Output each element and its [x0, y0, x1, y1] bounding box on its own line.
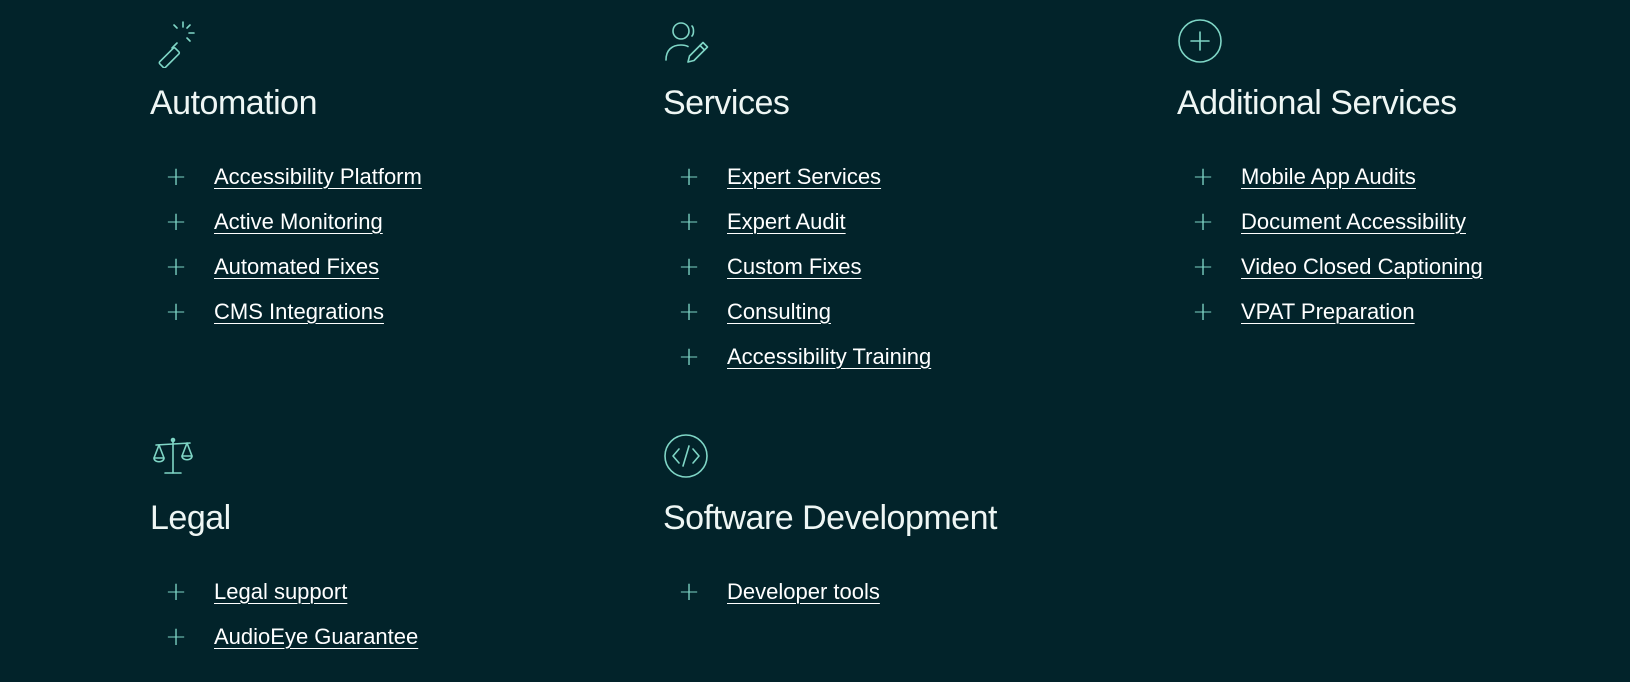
link-cms-integrations[interactable]: CMS Integrations [214, 299, 384, 325]
link-audioeye-guarantee[interactable]: AudioEye Guarantee [214, 624, 418, 650]
list-item: + Expert Services [663, 154, 1123, 199]
plus-icon: + [165, 296, 187, 327]
code-circle-icon [663, 433, 713, 483]
section-title: Additional Services [1177, 84, 1457, 122]
plus-icon: + [678, 206, 700, 237]
person-edit-icon [663, 18, 713, 68]
link-custom-fixes[interactable]: Custom Fixes [727, 254, 861, 280]
link-legal-support[interactable]: Legal support [214, 579, 347, 605]
magic-wand-icon [150, 18, 200, 68]
plus-icon: + [678, 161, 700, 192]
section-automation: Automation + Accessibility Platform + Ac… [150, 18, 610, 334]
plus-circle-icon [1177, 18, 1227, 68]
link-list: + Developer tools [663, 569, 1123, 614]
list-item: + VPAT Preparation [1177, 289, 1630, 334]
list-item: + AudioEye Guarantee [150, 614, 610, 659]
link-video-closed-captioning[interactable]: Video Closed Captioning [1241, 254, 1483, 280]
section-title: Services [663, 84, 790, 122]
link-expert-services[interactable]: Expert Services [727, 164, 881, 190]
plus-icon: + [165, 206, 187, 237]
list-item: + Video Closed Captioning [1177, 244, 1630, 289]
scales-icon [150, 433, 200, 483]
plus-icon: + [678, 296, 700, 327]
section-legal: Legal + Legal support + AudioEye Guarant… [150, 433, 610, 659]
section-title: Automation [150, 84, 318, 122]
plus-icon: + [678, 251, 700, 282]
link-active-monitoring[interactable]: Active Monitoring [214, 209, 383, 235]
list-item: + Legal support [150, 569, 610, 614]
link-vpat-preparation[interactable]: VPAT Preparation [1241, 299, 1415, 325]
list-item: + Mobile App Audits [1177, 154, 1630, 199]
list-item: + Document Accessibility [1177, 199, 1630, 244]
plus-icon: + [1192, 296, 1214, 327]
link-developer-tools[interactable]: Developer tools [727, 579, 880, 605]
plus-icon: + [165, 576, 187, 607]
section-services: Services + Expert Services + Expert Audi… [663, 18, 1123, 379]
link-list: + Expert Services + Expert Audit + Custo… [663, 154, 1123, 379]
list-item: + Expert Audit [663, 199, 1123, 244]
plus-icon: + [1192, 251, 1214, 282]
link-mobile-app-audits[interactable]: Mobile App Audits [1241, 164, 1416, 190]
plus-icon: + [165, 251, 187, 282]
list-item: + Developer tools [663, 569, 1123, 614]
link-list: + Mobile App Audits + Document Accessibi… [1177, 154, 1630, 334]
list-item: + Active Monitoring [150, 199, 610, 244]
section-software-development: Software Development + Developer tools [663, 433, 1123, 614]
list-item: + Accessibility Platform [150, 154, 610, 199]
link-document-accessibility[interactable]: Document Accessibility [1241, 209, 1466, 235]
plus-icon: + [1192, 206, 1214, 237]
link-accessibility-platform[interactable]: Accessibility Platform [214, 164, 422, 190]
plus-icon: + [165, 161, 187, 192]
link-automated-fixes[interactable]: Automated Fixes [214, 254, 379, 280]
list-item: + CMS Integrations [150, 289, 610, 334]
section-title: Software Development [663, 499, 997, 537]
section-additional-services: Additional Services + Mobile App Audits … [1177, 18, 1630, 334]
plus-icon: + [678, 341, 700, 372]
link-list: + Legal support + AudioEye Guarantee [150, 569, 610, 659]
list-item: + Consulting [663, 289, 1123, 334]
link-accessibility-training[interactable]: Accessibility Training [727, 344, 931, 370]
plus-icon: + [1192, 161, 1214, 192]
list-item: + Accessibility Training [663, 334, 1123, 379]
section-title: Legal [150, 499, 231, 537]
plus-icon: + [165, 621, 187, 652]
link-list: + Accessibility Platform + Active Monito… [150, 154, 610, 334]
plus-icon: + [678, 576, 700, 607]
list-item: + Automated Fixes [150, 244, 610, 289]
link-expert-audit[interactable]: Expert Audit [727, 209, 846, 235]
link-consulting[interactable]: Consulting [727, 299, 831, 325]
list-item: + Custom Fixes [663, 244, 1123, 289]
